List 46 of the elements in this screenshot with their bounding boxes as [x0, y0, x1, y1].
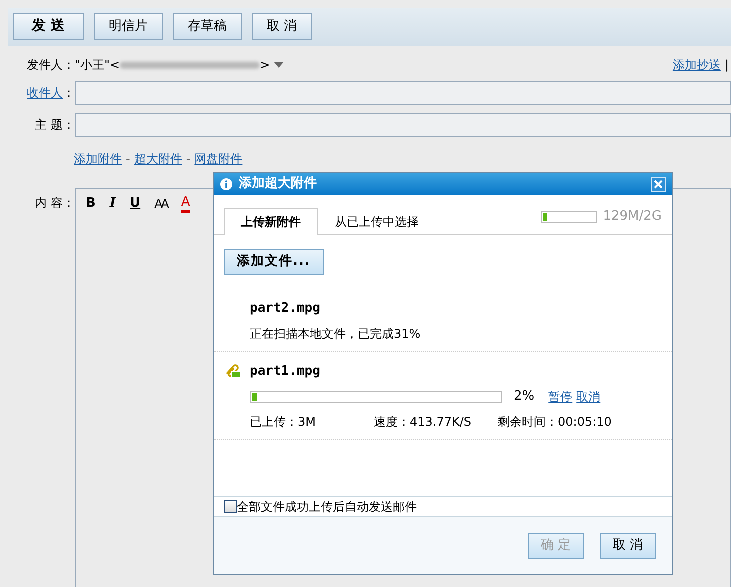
subject-field[interactable] [75, 113, 731, 137]
percent-text: 2% [514, 388, 535, 406]
dialog-title: 添加超大附件 [239, 175, 317, 194]
attachment-link[interactable]: 超大附件 [134, 150, 182, 168]
colon-text: ： [63, 85, 75, 102]
sender-label: 发件人： [26, 57, 75, 74]
sender-value: "小王"< [75, 57, 120, 74]
font-color-tool[interactable]: A [181, 196, 190, 212]
add-file-button[interactable]: 添加文件... [224, 249, 324, 275]
info-icon [220, 178, 233, 190]
tab[interactable]: 从已上传中选择 [318, 208, 436, 235]
scan-status: 正在扫描本地文件，已完成31% [250, 326, 422, 342]
sender-value: > [260, 57, 270, 74]
quota-text: 129M/2G [603, 208, 662, 226]
subject-label: 主 题： [34, 117, 75, 134]
action-link[interactable]: 暂停 [548, 388, 573, 406]
checkbox[interactable] [224, 500, 237, 513]
remaining-text: 剩余时间：00:05:10 [498, 414, 612, 430]
action-link[interactable]: 取消 [576, 388, 601, 406]
bold-tool[interactable]: B [86, 194, 96, 214]
toolbar-button[interactable]: 取 消 [252, 13, 312, 40]
add-cc-link[interactable]: 添加抄送 [672, 56, 721, 74]
attachment-link[interactable]: 添加附件 [74, 150, 122, 168]
italic-tool[interactable]: I [110, 194, 116, 214]
font-size-tool[interactable]: AA [154, 195, 168, 213]
paperclip-icon [224, 362, 241, 378]
toolbar-button[interactable]: 存草稿 [172, 13, 242, 40]
recipient-field[interactable] [75, 81, 731, 105]
dialog-button[interactable]: 取 消 [600, 532, 656, 558]
checkbox-label: 全部文件成功上传后自动发送邮件 [237, 498, 417, 516]
attachment-link[interactable]: 网盘附件 [194, 150, 243, 168]
close-button[interactable] [651, 176, 666, 192]
toolbar-button[interactable]: 明信片 [94, 13, 163, 40]
uploaded-text: 已上传：3M [250, 414, 317, 430]
separator-text: - [186, 151, 191, 168]
speed-text: 速度：413.77K/S [374, 414, 473, 430]
tab[interactable]: 上传新附件 [224, 208, 318, 235]
send-button[interactable]: 发 送 [13, 13, 84, 40]
content-label: 内 容： [34, 195, 75, 212]
recipient-link[interactable]: 收件人 [27, 84, 63, 102]
separator-text: - [126, 151, 130, 168]
underline-tool[interactable]: U [130, 194, 141, 214]
close-icon [654, 180, 663, 188]
file-name: part1.mpg [250, 362, 322, 380]
separator-text: | [724, 57, 729, 74]
file-name: part2.mpg [250, 300, 322, 318]
